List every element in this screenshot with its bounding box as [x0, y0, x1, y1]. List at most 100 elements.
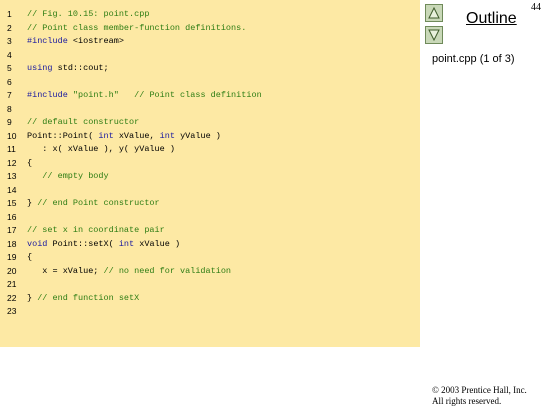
code-text: x = xValue; // no need for validation [27, 265, 231, 279]
code-line: 11 : x( xValue ), y( yValue ) [0, 143, 420, 157]
code-token: xValue, [113, 130, 160, 141]
code-token: // end function setX [37, 292, 140, 303]
code-text: // Point class member-function definitio… [27, 22, 246, 36]
code-token: } [27, 292, 38, 303]
line-number: 13 [7, 171, 17, 181]
code-text: } // end Point constructor [27, 197, 160, 211]
code-line: 21 [0, 278, 420, 292]
code-line: 6 [0, 76, 420, 90]
code-line: 18 void Point::setX( int xValue ) [0, 238, 420, 252]
code-line: 12 { [0, 157, 420, 171]
code-text: // default constructor [27, 116, 139, 130]
code-text: { [27, 157, 32, 171]
outline-link[interactable]: Outline [466, 10, 517, 28]
code-line: 1 // Fig. 10.15: point.cpp [0, 8, 420, 22]
code-token: #include [27, 90, 68, 100]
code-token: Point::setX( [47, 238, 119, 249]
line-number: 20 [7, 265, 17, 276]
code-token: : x( xValue ), y( yValue ) [27, 144, 175, 154]
line-number: 16 [7, 211, 17, 222]
code-token: x = xValue; [27, 265, 104, 276]
line-number: 6 [7, 76, 12, 87]
line-number: 11 [7, 144, 16, 154]
code-token: // Fig. 10.15: point.cpp [27, 9, 150, 19]
code-token: Point::Point( [27, 130, 99, 141]
code-token: int [159, 130, 175, 141]
line-number: 22 [7, 292, 17, 303]
code-line: 15} // end Point constructor [0, 197, 420, 211]
code-token: { [27, 252, 33, 262]
line-number: 12 [7, 157, 17, 168]
code-line: 22} // end function setX [0, 292, 420, 306]
code-token: // Point class definition [118, 90, 262, 100]
code-token: // end Point constructor [37, 198, 160, 208]
copyright-line: © 2003 Prentice Hall, Inc. [432, 385, 527, 395]
line-number: 4 [7, 49, 12, 60]
code-token: <iostream> [67, 36, 124, 46]
code-text: { [27, 251, 32, 265]
code-line: 13 // empty body [0, 170, 420, 184]
line-number: 1 [7, 9, 12, 19]
line-number: 23 [7, 306, 17, 316]
code-line: 4 [0, 49, 420, 63]
code-text: // Fig. 10.15: point.cpp [27, 8, 149, 22]
code-line: 9 // default constructor [0, 116, 420, 130]
line-number: 7 [7, 90, 12, 100]
line-number: 8 [7, 103, 12, 114]
code-token: yValue ) [174, 130, 221, 141]
code-line: 8 [0, 103, 420, 117]
code-line: 3 #include <iostream> [0, 35, 420, 49]
code-token: int [118, 238, 135, 249]
code-text: // set x in coordinate pair [27, 224, 165, 238]
code-token: void [27, 238, 48, 249]
code-text: Point::Point( int xValue, int yValue ) [27, 130, 221, 144]
code-panel: 1 // Fig. 10.15: point.cpp 2 // Point class… [0, 0, 420, 347]
line-number: 15 [7, 198, 17, 208]
code-text: } // end function setX [27, 292, 139, 306]
code-token: // no need for validation [103, 265, 232, 276]
page-number: 44 [531, 2, 541, 13]
line-number: 5 [7, 63, 12, 73]
rights-line: All rights reserved. [432, 396, 502, 406]
code-text: #include "point.h" // Point class defini… [27, 89, 262, 103]
code-text: using std::cout; [27, 62, 109, 76]
line-number: 21 [7, 279, 17, 289]
code-line: 17 // set x in coordinate pair [0, 224, 420, 238]
line-number: 2 [7, 22, 12, 33]
code-token: } [27, 198, 38, 208]
code-line: 14 [0, 184, 420, 198]
code-line: 23 [0, 305, 420, 319]
code-token: // empty body [27, 171, 109, 181]
line-number: 3 [7, 36, 12, 46]
code-listing: 1 // Fig. 10.15: point.cpp 2 // Point class… [0, 8, 420, 319]
line-number: 17 [7, 225, 17, 235]
code-token: xValue ) [134, 238, 181, 249]
next-slide-button[interactable] [425, 26, 443, 44]
code-token: // Point class member-function definitio… [27, 22, 247, 33]
code-token: std::cout; [52, 63, 109, 73]
code-token: #include [27, 36, 68, 46]
code-token: // set x in coordinate pair [27, 225, 165, 235]
code-token: { [27, 157, 33, 168]
code-token: "point.h" [72, 90, 119, 100]
line-number: 9 [7, 117, 12, 127]
code-line: 10 Point::Point( int xValue, int yValue ) [0, 130, 420, 144]
code-text: #include <iostream> [27, 35, 124, 49]
copyright-notice: © 2003 Prentice Hall, Inc. All rights re… [432, 385, 527, 407]
code-text: : x( xValue ), y( yValue ) [27, 143, 175, 157]
line-number: 18 [7, 238, 17, 249]
line-number: 10 [7, 130, 17, 141]
code-line: 20 x = xValue; // no need for validation [0, 265, 420, 279]
code-line: 5 using std::cout; [0, 62, 420, 76]
code-token: // default constructor [27, 117, 140, 127]
previous-slide-button[interactable] [425, 4, 443, 22]
code-line: 7 #include "point.h" // Point class defin… [0, 89, 420, 103]
line-number: 19 [7, 252, 17, 262]
line-number: 14 [7, 184, 17, 195]
code-line: 19 { [0, 251, 420, 265]
code-text: // empty body [27, 170, 109, 184]
code-token: int [98, 130, 114, 141]
code-text: void Point::setX( int xValue ) [27, 238, 180, 252]
file-caption: point.cpp (1 of 3) [432, 53, 515, 65]
code-line: 2 // Point class member-function definiti… [0, 22, 420, 36]
